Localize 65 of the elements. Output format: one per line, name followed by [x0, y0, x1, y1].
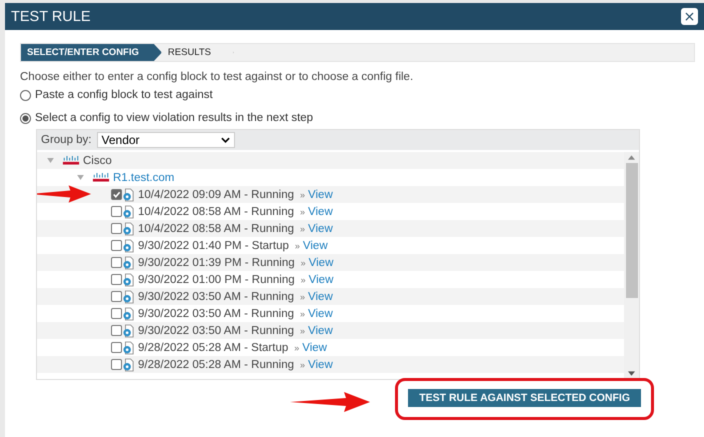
link-prefix: » [300, 326, 306, 336]
radio-button[interactable] [20, 112, 31, 124]
chevron-down-icon [220, 137, 230, 143]
link-prefix: » [300, 360, 306, 370]
scroll-down-icon[interactable] [628, 371, 635, 376]
checkbox[interactable] [111, 206, 122, 217]
checkbox[interactable] [111, 308, 122, 319]
view-link[interactable]: View [308, 324, 333, 336]
checkbox[interactable] [111, 325, 122, 336]
link-prefix: » [300, 224, 306, 234]
instructions-text: Choose either to enter a config block to test against or to choose a config file. [20, 71, 414, 83]
checkbox[interactable] [111, 257, 122, 268]
view-link[interactable]: View [308, 188, 333, 200]
config-label: 9/30/2022 03:50 AM - Running [138, 308, 294, 320]
config-label: 10/4/2022 08:58 AM - Running [138, 206, 294, 218]
annotation-arrow [37, 184, 91, 204]
checkbox[interactable] [111, 189, 122, 200]
view-link[interactable]: View [302, 240, 328, 252]
config-label: 10/4/2022 09:09 AM - Running [138, 188, 294, 200]
checkbox[interactable] [111, 291, 122, 302]
link-prefix: » [300, 274, 306, 284]
group-by-dropdown[interactable]: Vendor [96, 132, 234, 148]
view-link[interactable]: View [308, 256, 334, 268]
scroll-up-icon[interactable] [628, 155, 635, 160]
view-link[interactable]: View [308, 290, 333, 302]
link-prefix: » [300, 292, 306, 302]
network-logo-icon [62, 156, 80, 165]
link-prefix: » [300, 190, 306, 200]
scrollbar[interactable] [624, 152, 639, 379]
group-by-label: Group by: [41, 134, 92, 146]
view-link[interactable]: View [308, 274, 334, 286]
checkbox[interactable] [111, 223, 122, 234]
view-link[interactable]: View [308, 222, 333, 234]
checkbox[interactable] [111, 359, 122, 370]
link-prefix: » [294, 342, 300, 352]
checkbox[interactable] [111, 342, 122, 353]
link-prefix: » [300, 258, 306, 268]
config-label: 9/28/2022 05:28 AM - Running [138, 358, 294, 370]
config-label: 10/4/2022 08:58 AM - Running [138, 222, 294, 234]
config-label: 9/30/2022 01:40 PM - Startup [138, 240, 289, 252]
option-label: Select a config to view violation results in the next step [35, 112, 314, 124]
view-link[interactable]: View [308, 206, 333, 218]
config-label: 9/28/2022 05:28 AM - Startup [138, 342, 288, 354]
view-link[interactable]: View [308, 308, 333, 320]
test-rule-button[interactable]: TEST RULE AGAINST SELECTED CONFIG [408, 389, 641, 407]
config-label: 9/30/2022 01:39 PM - Running [138, 256, 295, 268]
view-link[interactable]: View [302, 342, 327, 354]
link-prefix: » [300, 206, 306, 216]
device-link[interactable]: R1.test.com [113, 172, 174, 184]
close-button[interactable]: × [681, 8, 698, 25]
vendor-label: Cisco [83, 154, 112, 166]
step-tab[interactable]: SELECT/ENTER CONFIG [21, 44, 162, 61]
network-logo-icon [92, 173, 110, 182]
checkbox[interactable] [111, 274, 122, 285]
config-label: 9/30/2022 03:50 AM - Running [138, 290, 294, 302]
link-prefix: » [294, 240, 300, 250]
link-prefix: » [300, 308, 306, 318]
option-label: Paste a config block to test against [35, 89, 213, 101]
config-label: 9/30/2022 01:00 PM - Running [138, 274, 295, 286]
expand-triangle-icon[interactable] [77, 175, 84, 180]
window-title: TEST RULE [11, 8, 91, 24]
view-link[interactable]: View [308, 358, 333, 370]
radio-button[interactable] [20, 90, 31, 100]
config-label: 9/30/2022 03:50 AM - Running [138, 324, 294, 336]
checkbox[interactable] [111, 240, 122, 251]
